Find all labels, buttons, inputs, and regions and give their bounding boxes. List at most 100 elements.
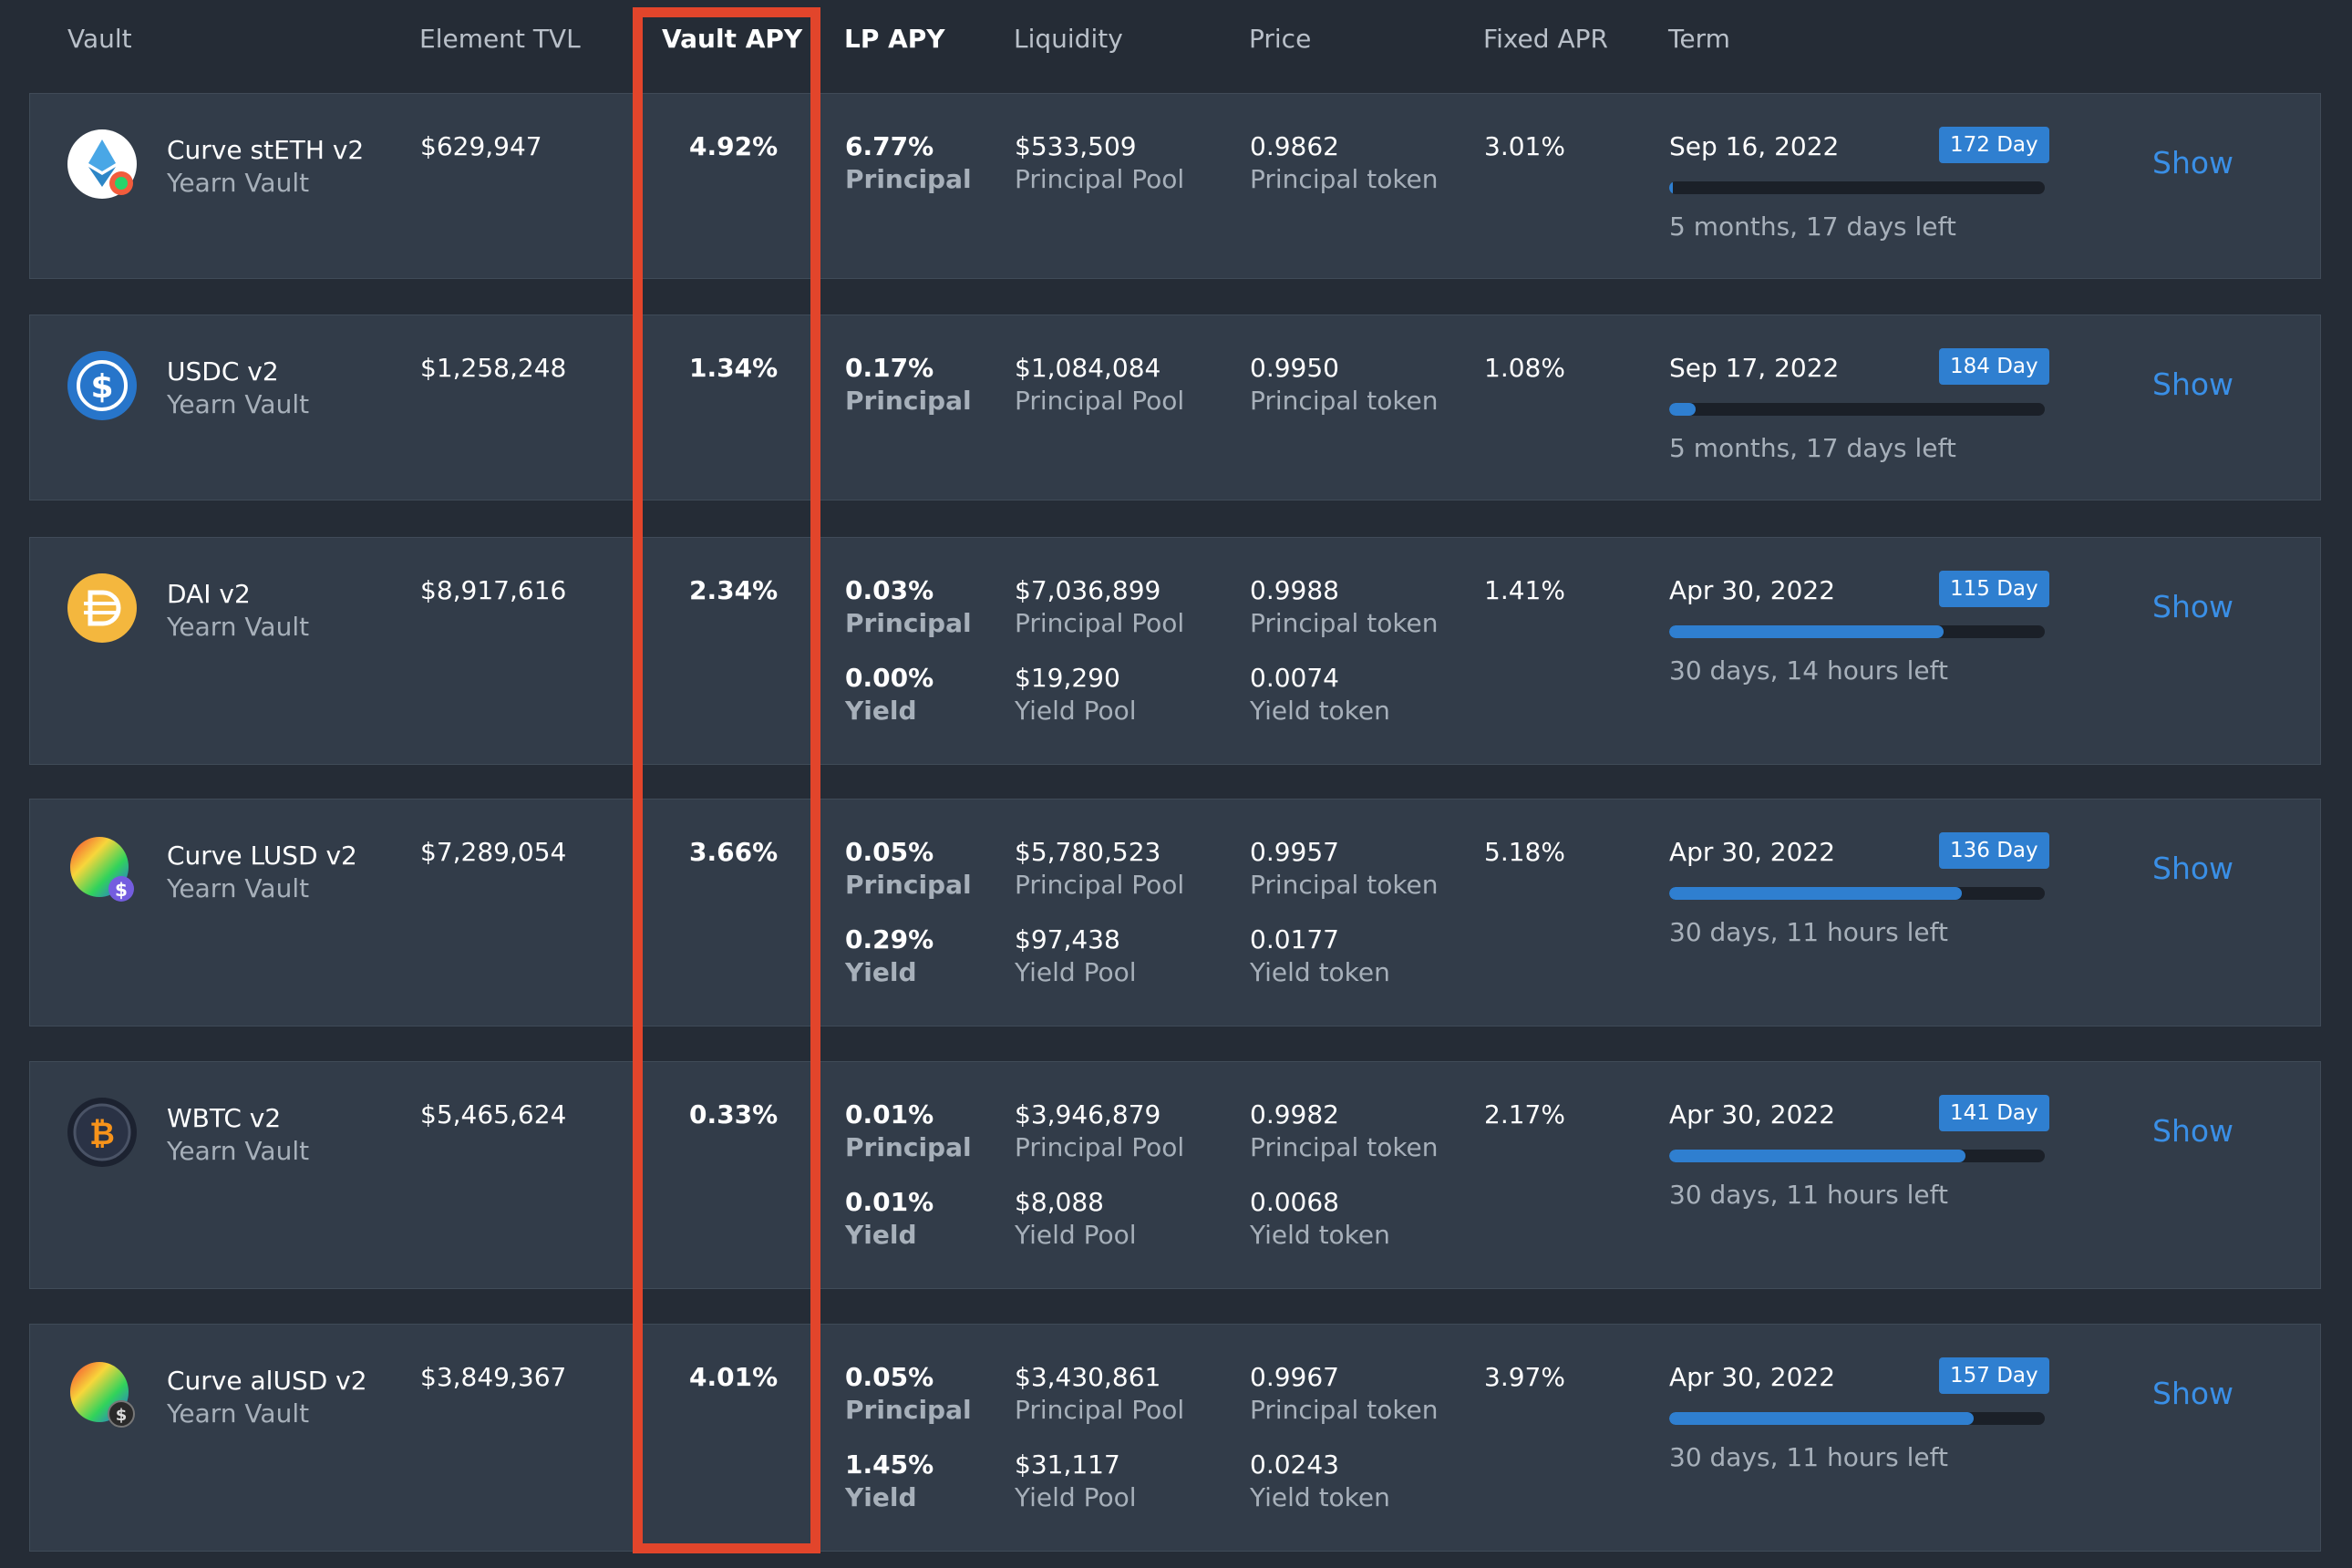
element-tvl-value: $3,849,367 (420, 1362, 567, 1392)
vault-apy-value: 0.33% (689, 1099, 779, 1130)
term-progress-bar (1669, 887, 2045, 900)
price-yield-label: Yield token (1250, 1482, 1390, 1512)
fixed-apr-value: 1.08% (1484, 353, 1565, 383)
fixed-apr-value: 3.01% (1484, 131, 1565, 161)
show-button[interactable]: Show (2152, 1113, 2233, 1149)
term-progress-fill (1669, 625, 1944, 638)
liquidity-yield-value: $19,290 (1015, 663, 1120, 693)
lp-apy-principal-label: Principal (845, 386, 972, 416)
liquidity-principal-label: Principal Pool (1015, 608, 1185, 638)
liquidity-yield-label: Yield Pool (1015, 957, 1137, 987)
steth-icon (67, 129, 138, 200)
header-term[interactable]: Term (1668, 24, 1730, 54)
header-price[interactable]: Price (1249, 24, 1311, 54)
time-left: 5 months, 17 days left (1669, 433, 1956, 463)
table-row[interactable]: ₿ WBTC v2 Yearn Vault $5,465,624 0.33% 0.01% P… (29, 1061, 2321, 1289)
term-progress-fill (1669, 1150, 1966, 1162)
liquidity-principal-label: Principal Pool (1015, 1395, 1185, 1425)
liquidity-principal-label: Principal Pool (1015, 870, 1185, 900)
vault-kind: Yearn Vault (167, 612, 310, 642)
curve-lusd-icon: $ (67, 834, 138, 905)
price-yield-value: 0.0074 (1250, 663, 1339, 693)
time-left: 30 days, 14 hours left (1669, 655, 1948, 686)
price-principal-value: 0.9967 (1250, 1362, 1339, 1392)
table-row[interactable]: $ Curve alUSD v2 Yearn Vault $3,849,367 4.01… (29, 1324, 2321, 1552)
vault-name: DAI v2 (167, 579, 251, 609)
header-lp-apy[interactable]: LP APY (844, 24, 945, 54)
table-row[interactable]: $ Curve LUSD v2 Yearn Vault $7,289,054 3.66%… (29, 799, 2321, 1026)
term-date: Apr 30, 2022 (1669, 837, 1836, 867)
term-days-badge: 136 Day (1939, 832, 2049, 869)
term-progress-bar (1669, 1150, 2045, 1162)
liquidity-principal-value: $533,509 (1015, 131, 1137, 161)
header-element-tvl[interactable]: Element TVL (419, 24, 581, 54)
show-button[interactable]: Show (2152, 589, 2233, 624)
term-progress-bar (1669, 1412, 2045, 1425)
liquidity-yield-label: Yield Pool (1015, 1220, 1137, 1250)
liquidity-yield-value: $8,088 (1015, 1187, 1104, 1217)
term-progress-bar (1669, 181, 2045, 194)
element-tvl-value: $8,917,616 (420, 575, 567, 605)
lp-apy-principal-label: Principal (845, 1395, 972, 1425)
show-button[interactable]: Show (2152, 366, 2233, 402)
fixed-apr-value: 5.18% (1484, 837, 1565, 867)
svg-text:$: $ (116, 1406, 128, 1425)
lp-apy-yield-value: 0.00% (845, 663, 934, 693)
lp-apy-principal-value: 0.03% (845, 575, 934, 605)
liquidity-principal-value: $1,084,084 (1015, 353, 1161, 383)
liquidity-principal-value: $7,036,899 (1015, 575, 1161, 605)
table-row[interactable]: Curve stETH v2 Yearn Vault $629,947 4.92% 6.… (29, 93, 2321, 279)
lp-apy-principal-value: 0.05% (845, 837, 934, 867)
vault-apy-value: 2.34% (689, 575, 779, 605)
liquidity-principal-label: Principal Pool (1015, 164, 1185, 194)
time-left: 30 days, 11 hours left (1669, 1442, 1948, 1472)
term-date: Sep 16, 2022 (1669, 131, 1840, 161)
vault-name: USDC v2 (167, 356, 279, 387)
usdc-icon: $ (67, 350, 138, 421)
lp-apy-principal-value: 0.01% (845, 1099, 934, 1130)
show-button[interactable]: Show (2152, 145, 2233, 181)
term-date: Apr 30, 2022 (1669, 575, 1836, 605)
fixed-apr-value: 1.41% (1484, 575, 1565, 605)
term-days-badge: 157 Day (1939, 1357, 2049, 1394)
header-vault-apy[interactable]: Vault APY (662, 24, 802, 54)
liquidity-principal-value: $3,430,861 (1015, 1362, 1161, 1392)
vault-kind: Yearn Vault (167, 1398, 310, 1429)
show-button[interactable]: Show (2152, 1376, 2233, 1411)
lp-apy-principal-label: Principal (845, 164, 972, 194)
lp-apy-yield-label: Yield (845, 957, 917, 987)
lp-apy-principal-label: Principal (845, 1132, 972, 1162)
fixed-apr-value: 2.17% (1484, 1099, 1565, 1130)
header-liquidity[interactable]: Liquidity (1014, 24, 1123, 54)
fixed-apr-value: 3.97% (1484, 1362, 1565, 1392)
time-left: 30 days, 11 hours left (1669, 917, 1948, 947)
lp-apy-yield-label: Yield (845, 1220, 917, 1250)
show-button[interactable]: Show (2152, 851, 2233, 886)
price-yield-value: 0.0243 (1250, 1449, 1339, 1480)
header-vault[interactable]: Vault (67, 24, 132, 54)
price-principal-label: Principal token (1250, 1132, 1439, 1162)
table-row[interactable]: DAI v2 Yearn Vault $8,917,616 2.34% 0.03% Pri… (29, 537, 2321, 765)
header-fixed-apr[interactable]: Fixed APR (1483, 24, 1608, 54)
term-date: Sep 17, 2022 (1669, 353, 1840, 383)
svg-text:$: $ (90, 368, 113, 406)
vault-name: Curve LUSD v2 (167, 841, 357, 871)
price-yield-label: Yield token (1250, 1220, 1390, 1250)
liquidity-yield-label: Yield Pool (1015, 1482, 1137, 1512)
liquidity-yield-value: $97,438 (1015, 924, 1120, 954)
price-principal-value: 0.9950 (1250, 353, 1339, 383)
price-principal-label: Principal token (1250, 164, 1439, 194)
table-row[interactable]: $ USDC v2 Yearn Vault $1,258,248 1.34% 0.17% P… (29, 315, 2321, 500)
table-header: Vault Element TVL Vault APY LP APY Liqui… (0, 0, 2352, 91)
term-date: Apr 30, 2022 (1669, 1362, 1836, 1392)
vault-kind: Yearn Vault (167, 873, 310, 903)
dai-icon (67, 573, 138, 644)
price-principal-value: 0.9988 (1250, 575, 1339, 605)
lp-apy-principal-label: Principal (845, 608, 972, 638)
vault-apy-value: 3.66% (689, 837, 779, 867)
time-left: 30 days, 11 hours left (1669, 1180, 1948, 1210)
term-progress-fill (1669, 887, 1963, 900)
term-days-badge: 141 Day (1939, 1095, 2049, 1131)
vault-apy-value: 4.01% (689, 1362, 779, 1392)
term-days-badge: 184 Day (1939, 348, 2049, 385)
